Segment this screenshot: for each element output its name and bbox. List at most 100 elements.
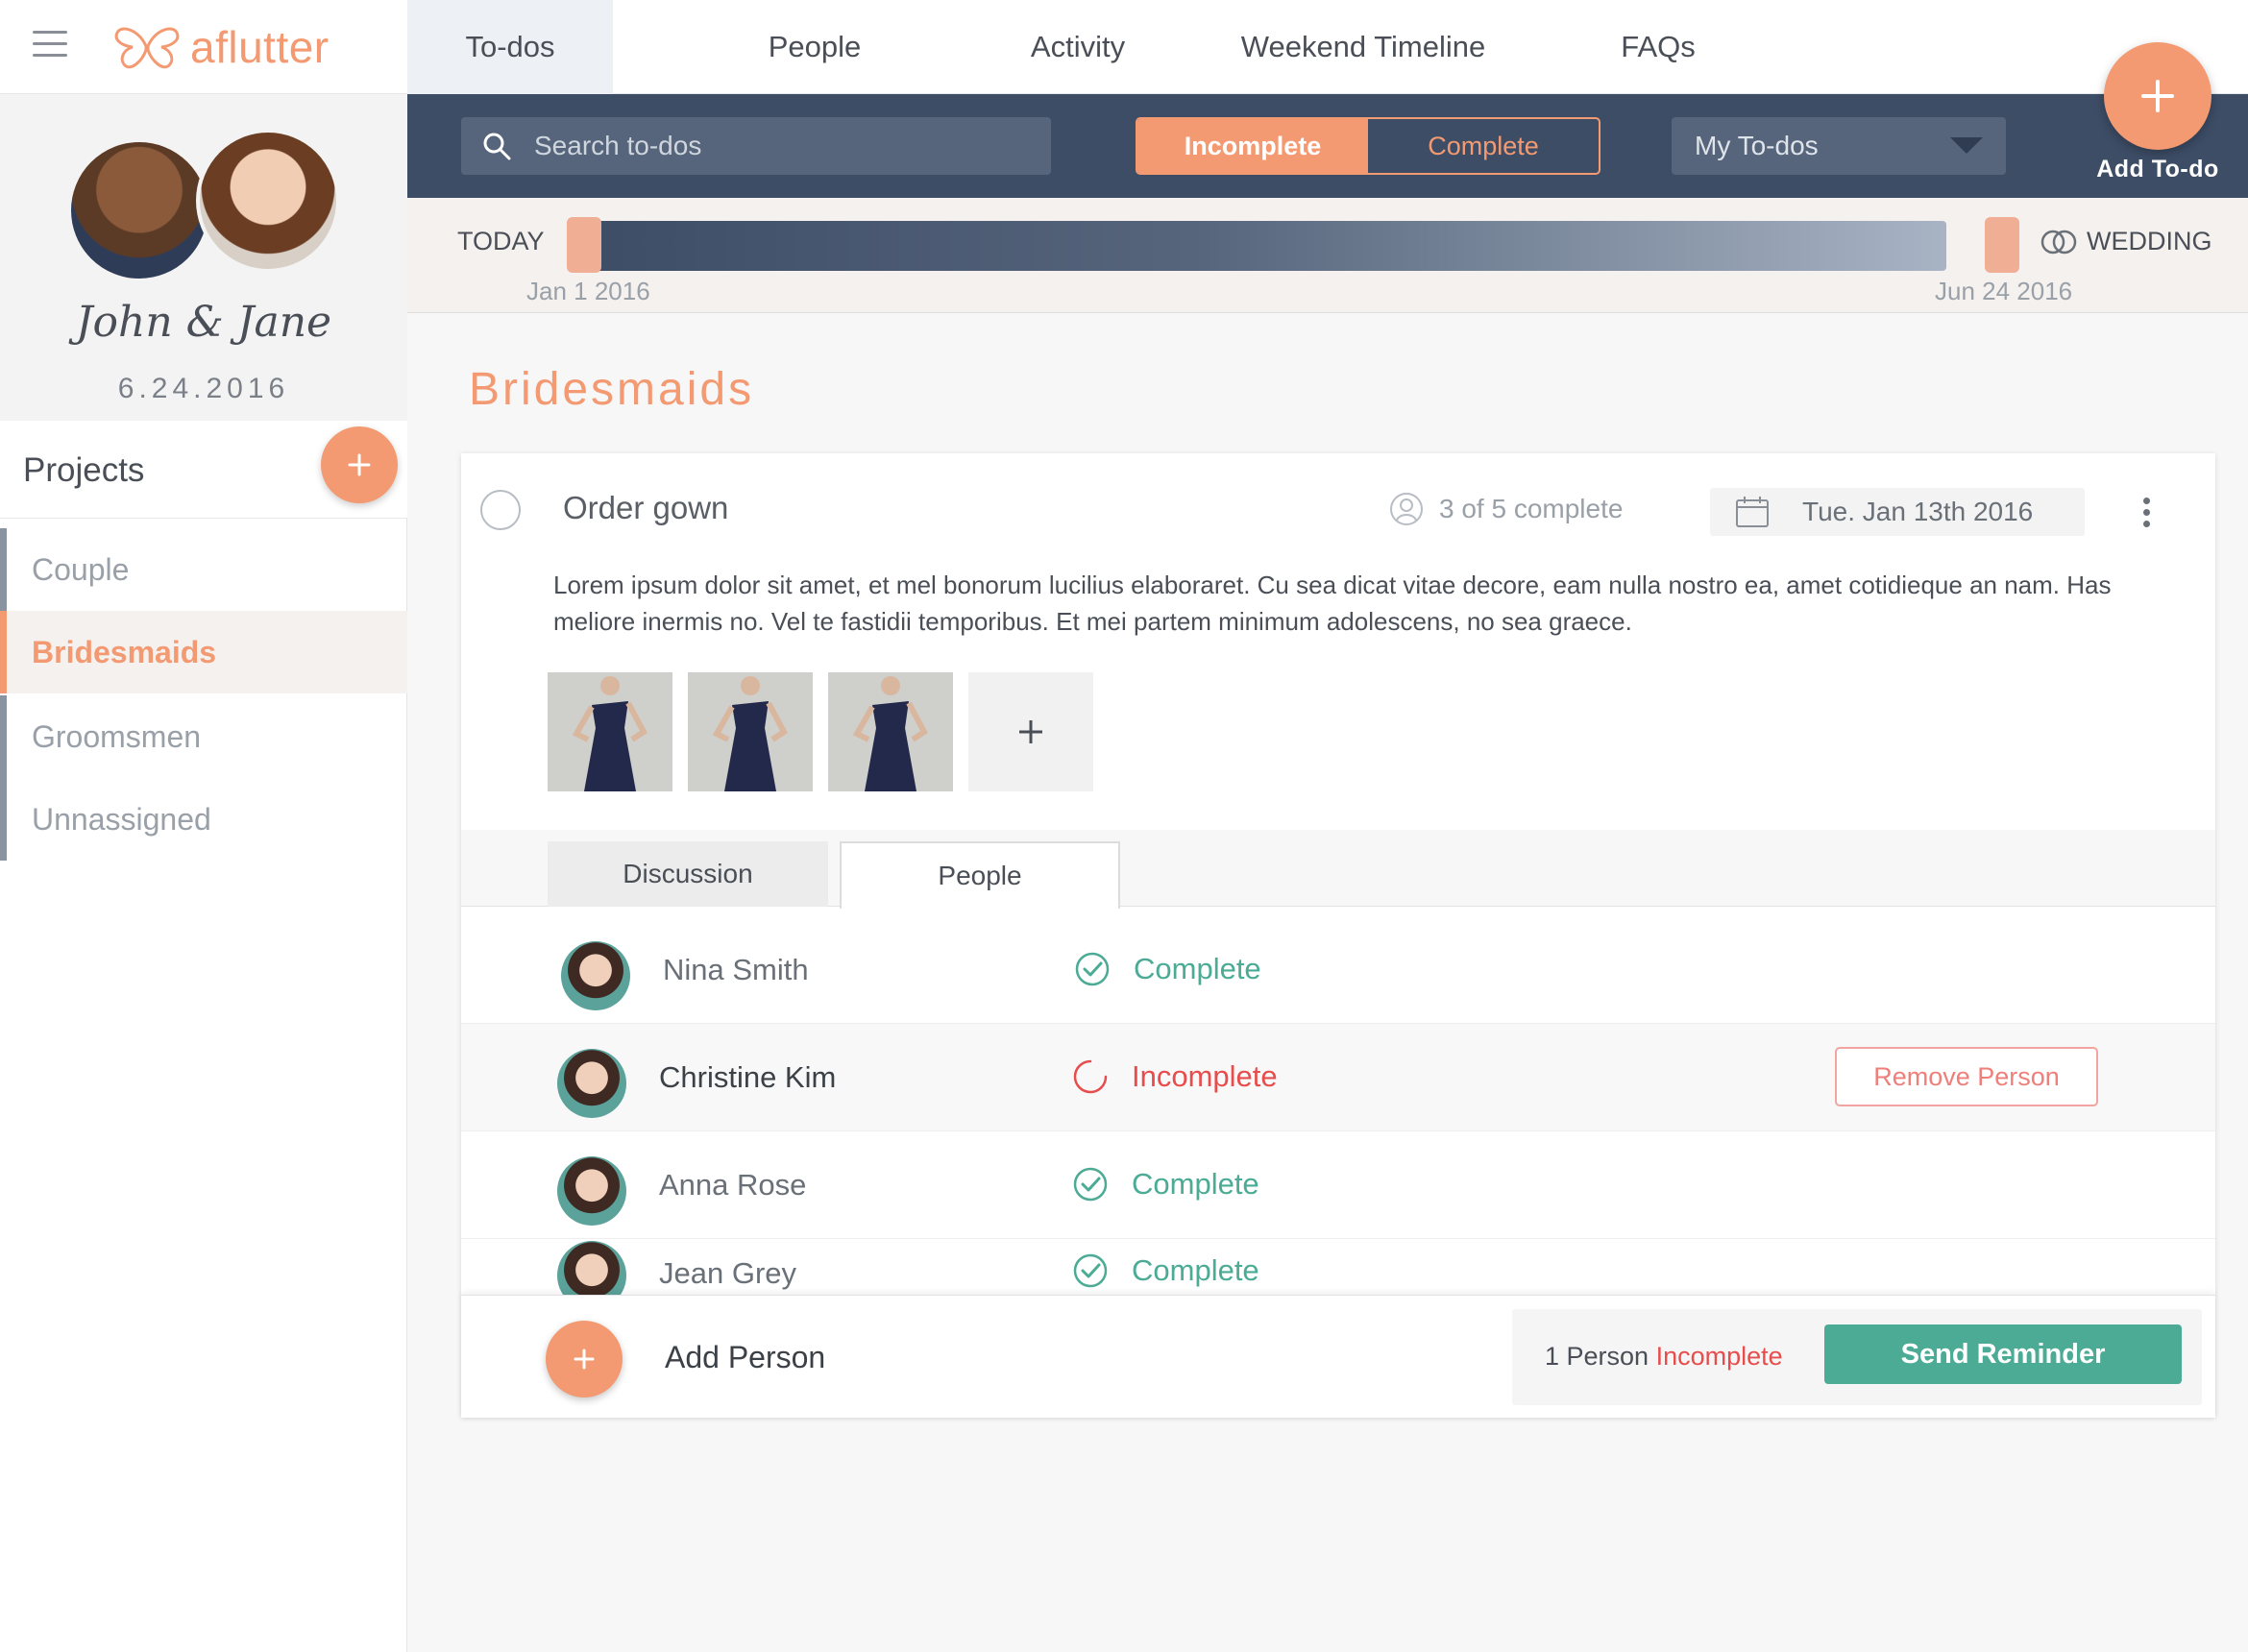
person-status: Complete: [1072, 1166, 1259, 1203]
add-photo-button[interactable]: [968, 672, 1093, 791]
due-date-picker[interactable]: Tue. Jan 13th 2016: [1710, 488, 2085, 536]
person-avatar: [557, 1241, 626, 1295]
remove-person-button[interactable]: Remove Person: [1835, 1047, 2098, 1106]
person-status: Complete: [1074, 951, 1261, 987]
add-todo-label[interactable]: Add To-do: [2075, 156, 2240, 183]
couple-name: John & Jane: [75, 298, 332, 347]
tab-discussion[interactable]: Discussion: [548, 841, 828, 907]
incomplete-count-prefix: 1 Person: [1545, 1342, 1649, 1371]
tab-people-assigned[interactable]: People: [840, 841, 1120, 909]
person-status-text: Complete: [1132, 1253, 1259, 1287]
person-name: Nina Smith: [663, 953, 809, 986]
check-circle-icon: [1075, 952, 1110, 986]
check-circle-icon: [1073, 1167, 1108, 1202]
spinner-icon: [1073, 1059, 1108, 1094]
todo-complete-checkbox[interactable]: [480, 490, 521, 530]
wedding-timeline: TODAY WEDDING Jan 1 2016 Jun 24 2016: [407, 198, 2248, 313]
person-status: Complete: [1072, 1252, 1259, 1289]
person-name: Christine Kim: [659, 1060, 837, 1094]
sidebar: John & Jane 6.24.2016 Projects Couple Br…: [0, 94, 407, 1652]
search-icon: [483, 133, 511, 160]
todo-toolbar: Incomplete Complete My To-dos: [407, 94, 2248, 198]
todo-owner-select[interactable]: My To-dos: [1672, 117, 2006, 175]
completion-filter-toggle: Incomplete Complete: [1136, 117, 1600, 175]
search-input[interactable]: [534, 131, 1034, 161]
search-box[interactable]: [461, 117, 1051, 175]
timeline-progress-bar[interactable]: [582, 221, 1946, 271]
calendar-icon: [1736, 497, 1769, 527]
incomplete-segment-button[interactable]: Incomplete: [1137, 119, 1368, 173]
check-circle-icon: [1073, 1253, 1108, 1288]
chevron-down-icon: [1950, 137, 1983, 154]
bride-avatar: [196, 129, 340, 273]
todo-owner-select-value: My To-dos: [1695, 131, 1819, 160]
send-reminder-button[interactable]: Send Reminder: [1824, 1324, 2182, 1384]
person-avatar: [557, 1049, 626, 1118]
todo-card: Order gown 3 of 5 complete Tue. Jan 13th…: [461, 453, 2215, 1418]
todo-progress-text: 3 of 5 complete: [1439, 494, 1624, 523]
timeline-wedding-label: WEDDING: [2087, 227, 2212, 255]
projects-title: Projects: [23, 451, 145, 489]
sidebar-item-couple[interactable]: Couple: [0, 528, 407, 611]
plus-icon: [574, 1348, 595, 1370]
groom-avatar: [67, 138, 211, 282]
gown-photo-thumbnail[interactable]: [548, 672, 672, 791]
add-todo-button[interactable]: [2104, 42, 2211, 150]
timeline-start-date: Jan 1 2016: [526, 277, 650, 305]
butterfly-logo-icon: [114, 27, 180, 69]
wedding-date: 6.24.2016: [117, 373, 290, 404]
todo-description: Lorem ipsum dolor sit amet, et mel bonor…: [553, 571, 2112, 636]
timeline-end-date: Jun 24 2016: [1935, 277, 2073, 305]
person-row: Nina Smith Complete: [461, 916, 2215, 1024]
add-person-button[interactable]: [546, 1321, 623, 1397]
person-avatar: [561, 941, 630, 1010]
hamburger-menu-icon[interactable]: [33, 31, 67, 60]
sidebar-item-bridesmaids[interactable]: Bridesmaids: [0, 611, 407, 693]
person-status-text: Complete: [1132, 1167, 1259, 1201]
todo-progress: 3 of 5 complete: [1389, 492, 1623, 526]
add-person-label[interactable]: Add Person: [665, 1340, 825, 1375]
person-status: Incomplete: [1072, 1058, 1278, 1095]
timeline-start-handle[interactable]: [567, 217, 601, 273]
due-date-value: Tue. Jan 13th 2016: [1802, 497, 2034, 526]
sidebar-item-unnassigned[interactable]: Unnassigned: [0, 778, 407, 861]
more-vertical-icon[interactable]: [2140, 498, 2152, 530]
sidebar-item-groomsmen[interactable]: Groomsmen: [0, 695, 407, 778]
top-navigation-bar: aflutter To-dos People Activity Weekend …: [0, 0, 2248, 94]
person-name: Anna Rose: [659, 1168, 807, 1202]
logo-text: aflutter: [190, 22, 330, 72]
tab-todos[interactable]: To-dos: [407, 0, 613, 94]
tab-weekend-timeline[interactable]: Weekend Timeline: [1139, 0, 1587, 94]
tab-people[interactable]: People: [613, 0, 1016, 94]
tab-activity[interactable]: Activity: [1016, 0, 1139, 94]
plus-icon: [348, 453, 371, 476]
gown-photo-thumbnail[interactable]: [828, 672, 953, 791]
main-tabs: To-dos People Activity Weekend Timeline …: [407, 0, 1729, 94]
timeline-end-handle[interactable]: [1985, 217, 2019, 273]
complete-segment-button[interactable]: Complete: [1368, 119, 1599, 173]
person-status-text: Complete: [1134, 952, 1261, 985]
tab-faqs[interactable]: FAQs: [1587, 0, 1729, 94]
person-icon: [1390, 493, 1423, 525]
plus-icon: [1019, 720, 1042, 743]
todo-subtabs: Discussion People: [461, 830, 2215, 909]
plus-icon: [2141, 80, 2174, 112]
todo-title: Order gown: [563, 490, 729, 525]
rings-icon: [2040, 230, 2077, 254]
people-footer: Add Person 1 Person Incomplete Send Remi…: [461, 1295, 2215, 1418]
person-row: Anna Rose Complete: [461, 1131, 2215, 1239]
page-title: Bridesmaids: [469, 364, 755, 415]
add-project-button[interactable]: [321, 426, 398, 503]
incomplete-count: 1 Person Incomplete: [1545, 1342, 1783, 1372]
timeline-wedding-marker: WEDDING: [2039, 227, 2212, 256]
reminder-panel: 1 Person Incomplete Send Reminder: [1512, 1309, 2202, 1405]
gown-photo-thumbnail[interactable]: [688, 672, 813, 791]
couple-profile: John & Jane 6.24.2016: [0, 94, 407, 421]
person-name: Jean Grey: [659, 1256, 797, 1290]
projects-header: Projects: [0, 421, 407, 519]
person-row: Jean Grey Complete: [461, 1231, 2215, 1295]
person-row: Christine Kim Incomplete Remove Person: [461, 1024, 2215, 1131]
app-logo[interactable]: aflutter: [113, 22, 330, 72]
timeline-today-label: TODAY: [457, 227, 545, 255]
person-status-text: Incomplete: [1132, 1059, 1278, 1093]
